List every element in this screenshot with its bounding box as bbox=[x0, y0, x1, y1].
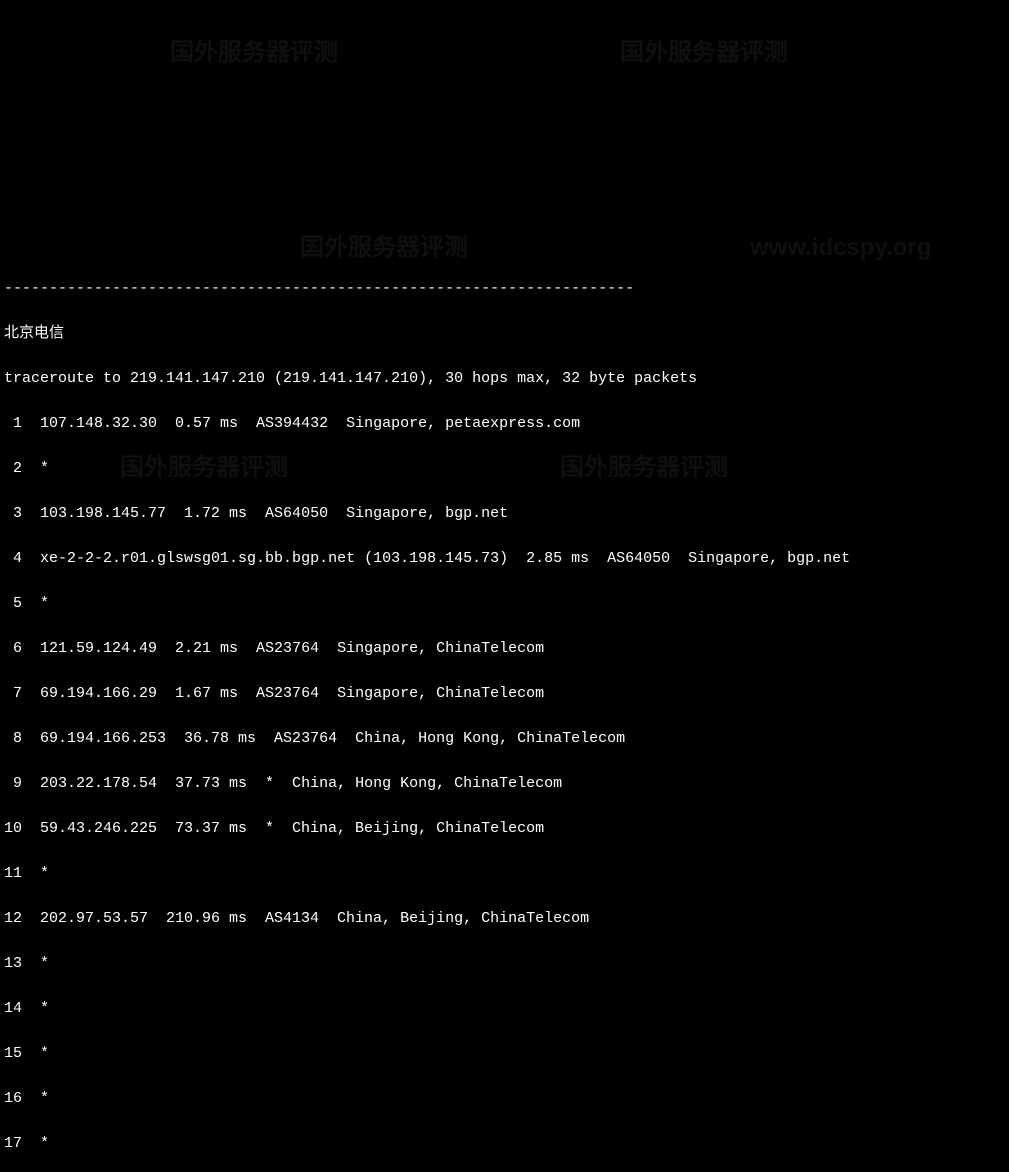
hop-line: 17 * bbox=[4, 1133, 1005, 1156]
traceroute-command: traceroute to 219.141.147.210 (219.141.1… bbox=[4, 368, 1005, 391]
hop-line: 9 203.22.178.54 37.73 ms * China, Hong K… bbox=[4, 773, 1005, 796]
hop-line: 12 202.97.53.57 210.96 ms AS4134 China, … bbox=[4, 908, 1005, 931]
watermark-text: 国外服务器评测 bbox=[170, 35, 338, 71]
hop-line: 6 121.59.124.49 2.21 ms AS23764 Singapor… bbox=[4, 638, 1005, 661]
hop-line: 16 * bbox=[4, 1088, 1005, 1111]
traceroute-header: 北京电信 bbox=[4, 323, 1005, 346]
hop-line: 13 * bbox=[4, 953, 1005, 976]
hop-line: 8 69.194.166.253 36.78 ms AS23764 China,… bbox=[4, 728, 1005, 751]
hop-line: 11 * bbox=[4, 863, 1005, 886]
hop-line: 2 * bbox=[4, 458, 1005, 481]
hop-line: 5 * bbox=[4, 593, 1005, 616]
separator-line: ----------------------------------------… bbox=[4, 278, 1005, 301]
hop-line: 10 59.43.246.225 73.37 ms * China, Beiji… bbox=[4, 818, 1005, 841]
terminal-output: ----------------------------------------… bbox=[4, 256, 1005, 1172]
hop-line: 4 xe-2-2-2.r01.glswsg01.sg.bb.bgp.net (1… bbox=[4, 548, 1005, 571]
hop-line: 14 * bbox=[4, 998, 1005, 1021]
hop-line: 1 107.148.32.30 0.57 ms AS394432 Singapo… bbox=[4, 413, 1005, 436]
hop-line: 3 103.198.145.77 1.72 ms AS64050 Singapo… bbox=[4, 503, 1005, 526]
hop-line: 7 69.194.166.29 1.67 ms AS23764 Singapor… bbox=[4, 683, 1005, 706]
hop-line: 15 * bbox=[4, 1043, 1005, 1066]
watermark-text: 国外服务器评测 bbox=[620, 35, 788, 71]
